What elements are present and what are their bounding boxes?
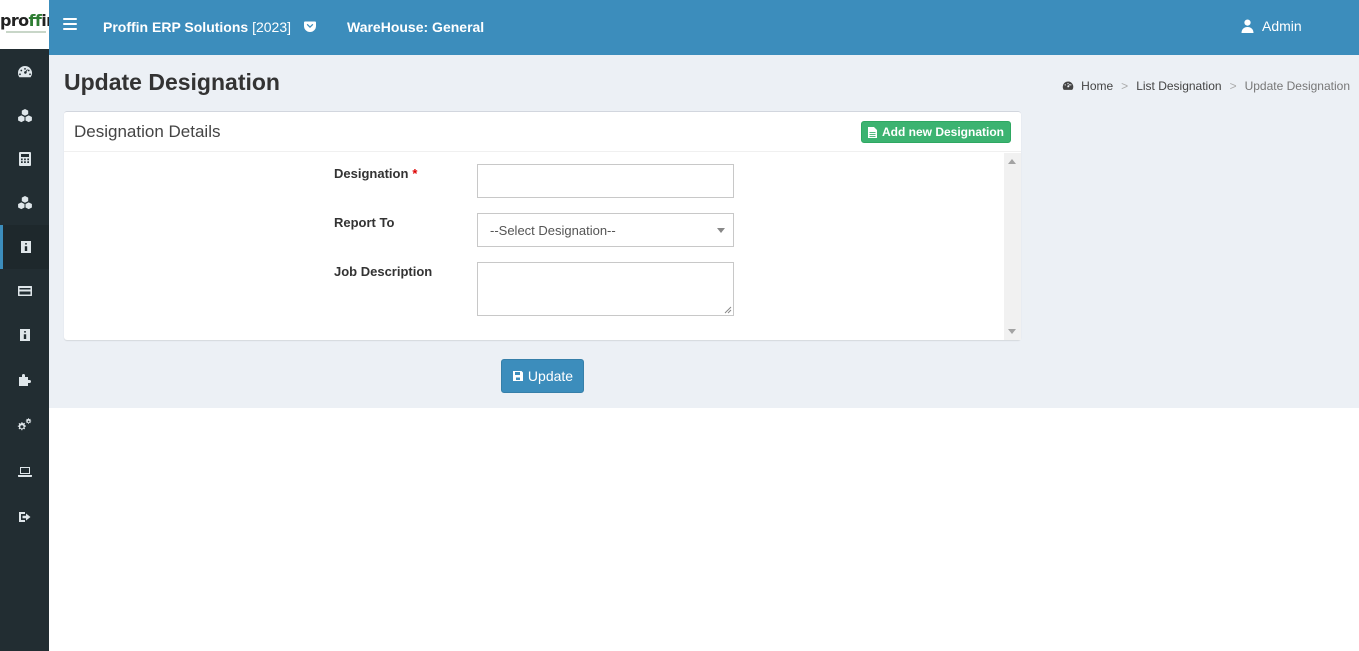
- dashboard-icon: [17, 66, 32, 78]
- breadcrumb-list-designation[interactable]: List Designation: [1136, 79, 1221, 93]
- user-menu[interactable]: Admin: [1241, 18, 1302, 34]
- pocket-icon[interactable]: [303, 20, 317, 34]
- panel-header: Designation Details Add new Designation: [64, 112, 1021, 152]
- update-label: Update: [527, 368, 574, 384]
- breadcrumb: Home > List Designation > Update Designa…: [1062, 79, 1350, 93]
- save-icon: [512, 371, 523, 381]
- laptop-icon: [17, 467, 32, 477]
- sidebar-item-logout[interactable]: [0, 495, 49, 539]
- breadcrumb-separator: >: [1121, 79, 1129, 93]
- report-to-label: Report To: [334, 215, 395, 230]
- resize-handle-icon[interactable]: [724, 306, 732, 314]
- panel-title: Designation Details: [74, 122, 221, 141]
- breadcrumb-separator: >: [1229, 79, 1237, 93]
- scroll-up-arrow-icon[interactable]: [1008, 159, 1016, 164]
- id-card-icon: [19, 329, 30, 341]
- scroll-down-arrow-icon[interactable]: [1008, 329, 1016, 334]
- sidebar-item-dashboard[interactable]: [0, 50, 49, 94]
- sidebar: proffin: [0, 0, 49, 651]
- sidebar-item-devices[interactable]: [0, 450, 49, 494]
- calculator-icon: [18, 152, 31, 166]
- user-name: Admin: [1262, 18, 1302, 34]
- designation-input[interactable]: [477, 164, 734, 198]
- user-icon: [1241, 19, 1254, 33]
- menu-toggle-icon[interactable]: [63, 18, 77, 30]
- logo[interactable]: proffin: [0, 0, 49, 49]
- page-title: Update Designation: [64, 69, 280, 95]
- breadcrumb-current: Update Designation: [1244, 79, 1350, 93]
- app-title[interactable]: Proffin ERP Solutions [2023]: [103, 19, 291, 35]
- report-to-select[interactable]: --Select Designation--: [477, 213, 734, 247]
- panel-scrollbar[interactable]: [1004, 153, 1021, 340]
- cubes-icon: [17, 109, 32, 123]
- gears-icon: [17, 418, 31, 431]
- dropdown-caret-icon: [717, 228, 725, 233]
- panel-body: Designation * Report To --Select Designat…: [64, 153, 1021, 340]
- cubes-icon: [17, 196, 32, 210]
- sidebar-item-cubes-2[interactable]: [0, 181, 49, 225]
- warehouse-selector[interactable]: WareHouse: General: [347, 19, 484, 35]
- breadcrumb-home[interactable]: Home: [1081, 79, 1113, 93]
- designation-label: Designation *: [334, 166, 418, 181]
- fiscal-year: [2023]: [252, 19, 292, 35]
- logo-tagline: [6, 31, 46, 33]
- designation-details-panel: Designation Details Add new Designation …: [64, 111, 1021, 340]
- sidebar-item-payments[interactable]: [0, 269, 49, 313]
- dashboard-icon: [1062, 81, 1074, 90]
- sidebar-item-designation[interactable]: [0, 225, 49, 269]
- add-new-designation-label: Add new Designation: [881, 125, 1004, 139]
- sidebar-item-cubes[interactable]: [0, 94, 49, 138]
- sidebar-item-settings[interactable]: [0, 404, 49, 448]
- required-marker: *: [412, 166, 418, 181]
- job-description-textarea[interactable]: [477, 262, 734, 316]
- puzzle-icon: [18, 374, 31, 386]
- logo-text: proffin: [0, 11, 49, 30]
- file-icon: [867, 126, 877, 138]
- sidebar-item-calculator[interactable]: [0, 137, 49, 181]
- top-navbar: Proffin ERP Solutions [2023] WareHouse: …: [49, 0, 1359, 55]
- credit-card-icon: [17, 286, 32, 296]
- job-description-label: Job Description: [334, 264, 433, 279]
- id-badge-icon: [21, 241, 31, 253]
- report-to-selected-value: --Select Designation--: [490, 223, 616, 238]
- sidebar-item-modules[interactable]: [0, 357, 49, 401]
- content-wrapper: Update Designation Home > List Designati…: [49, 55, 1359, 408]
- sidebar-item-id-card[interactable]: [0, 313, 49, 357]
- update-button[interactable]: Update: [501, 359, 584, 393]
- add-new-designation-button[interactable]: Add new Designation: [860, 121, 1011, 143]
- sign-out-icon: [18, 512, 30, 522]
